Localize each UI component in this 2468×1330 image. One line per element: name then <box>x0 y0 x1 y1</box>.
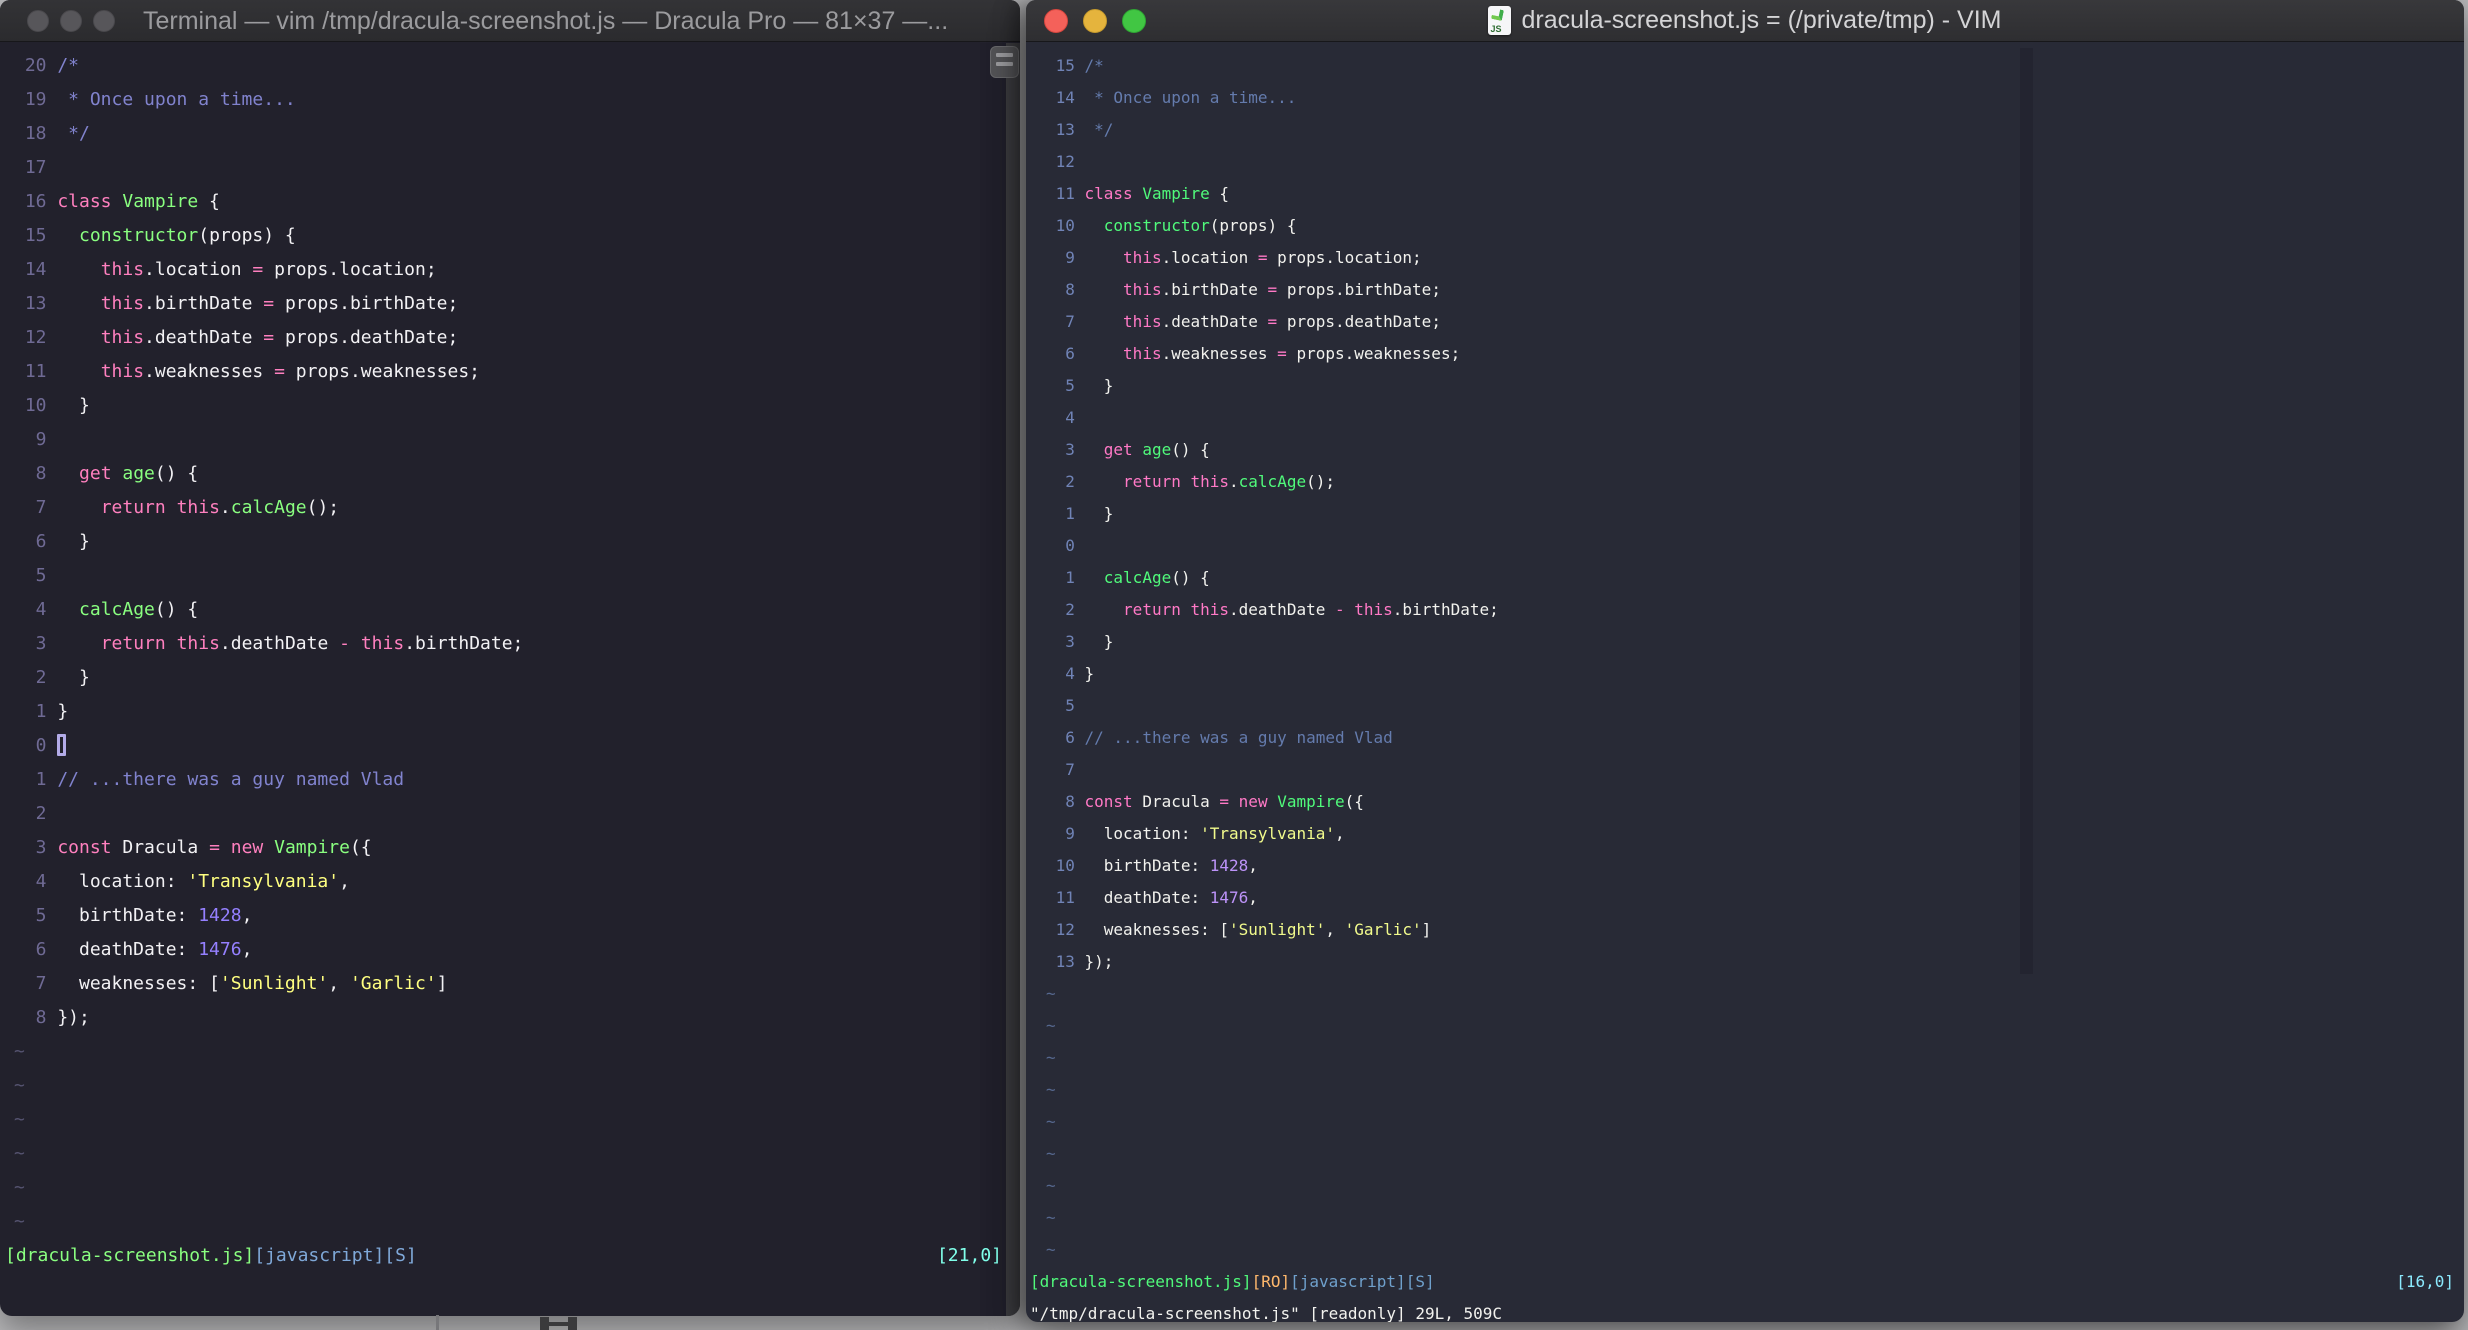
code-line: 2 } <box>35 667 90 688</box>
minimize-button[interactable] <box>60 10 82 32</box>
code-line: 15 constructor(props) { <box>24 225 296 246</box>
close-button[interactable] <box>27 10 49 32</box>
code-line: 1// ...there was a guy named Vlad <box>35 769 405 790</box>
code-line: 1} <box>35 701 69 722</box>
window-title: Terminal — vim /tmp/dracula-screenshot.j… <box>143 7 949 35</box>
code-line: 11 deathDate: 1476, <box>1055 888 1258 907</box>
code-line: 10 } <box>24 395 90 416</box>
tilde-line: ~ <box>14 1143 25 1164</box>
vim-statusline: [dracula-screenshot.js] [javascript][S] [2… <box>5 1239 1002 1273</box>
cursor-position-indicator: [16,0] <box>2396 1272 2454 1291</box>
vim-cursor <box>57 734 67 756</box>
code-line: 20/* <box>24 55 80 76</box>
code-line: 1 } <box>1065 504 1114 523</box>
tilde-line: ~ <box>1046 1144 1056 1163</box>
code-line: 12 this.deathDate = props.deathDate; <box>24 327 459 348</box>
tilde-line: ~ <box>14 1075 25 1096</box>
code-line: 9 location: 'Transylvania', <box>1065 824 1345 843</box>
code-line: 15/* <box>1055 56 1104 75</box>
js-document-icon: JS <box>1488 6 1512 35</box>
code-line: 3 get age() { <box>1065 440 1210 459</box>
tilde-line: ~ <box>1046 1240 1056 1259</box>
code-line: 11 this.weaknesses = props.weaknesses; <box>24 361 481 382</box>
code-line: 7 this.deathDate = props.deathDate; <box>1065 312 1441 331</box>
tilde-line: ~ <box>14 1109 25 1130</box>
code-line: 5 birthDate: 1428, <box>35 905 253 926</box>
code-line: 9 <box>35 429 47 450</box>
code-line: 12 <box>1055 152 1075 171</box>
vim-buffer-right[interactable]: 15/* 14 * Once upon a time... 13 */ 12 11 cla… <box>1026 43 2464 1322</box>
code-line: 7 <box>1065 760 1075 779</box>
code-line: 7 return this.calcAge(); <box>35 497 340 518</box>
vim-statusline: [dracula-screenshot.js] [RO] [javascript][… <box>1030 1266 2454 1298</box>
code-line: 6 this.weaknesses = props.weaknesses; <box>1065 344 1461 363</box>
cursor-position-indicator: [21,0] <box>936 1245 1002 1266</box>
code-line: 2 return this.deathDate - this.birthDate… <box>1065 600 1499 619</box>
desktop: { "desktop": { "bg": "#B8B8BA" }, "left_… <box>0 0 2468 1330</box>
code-line: 4 calcAge() { <box>35 599 199 620</box>
code-line: 6 } <box>35 531 90 552</box>
tilde-line: ~ <box>14 1041 25 1062</box>
code-line: 13 this.birthDate = props.birthDate; <box>24 293 459 314</box>
tilde-line: ~ <box>14 1211 25 1232</box>
tilde-line: ~ <box>14 1177 25 1198</box>
code-line: 9 this.location = props.location; <box>1065 248 1422 267</box>
code-line: 8 const Dracula = new Vampire({ <box>1065 792 1364 811</box>
code-line: 4} <box>1065 664 1095 683</box>
vim-command-line: "/tmp/dracula-screenshot.js" [readonly] … <box>1030 1304 1503 1322</box>
window-title: dracula-screenshot.js = (/private/tmp) -… <box>1521 6 2002 34</box>
tilde-line: ~ <box>1046 1016 1056 1035</box>
code-line: 2 <box>35 803 47 824</box>
code-line: 5 <box>1065 696 1075 715</box>
code-line: 8 get age() { <box>35 463 199 484</box>
code-line: 2 return this.calcAge(); <box>1065 472 1335 491</box>
tilde-line: ~ <box>1046 1208 1056 1227</box>
code-line: 19 * Once upon a time... <box>24 89 296 110</box>
terminal-titlebar[interactable]: Terminal — vim /tmp/dracula-screenshot.j… <box>0 0 1020 42</box>
code-line: 10 birthDate: 1428, <box>1055 856 1258 875</box>
code-line: 7 weaknesses: ['Sunlight', 'Garlic'] <box>35 973 448 994</box>
code-line: 6// ...there was a guy named Vlad <box>1065 728 1393 747</box>
code-line: 0 <box>1065 536 1075 555</box>
code-line: 13 */ <box>1055 120 1114 139</box>
tilde-line: ~ <box>1046 1112 1056 1131</box>
code-line: 0 <box>14 729 1002 763</box>
terminal-window: Terminal — vim /tmp/dracula-screenshot.j… <box>0 0 1020 1316</box>
code-line: 6 deathDate: 1476, <box>35 939 253 960</box>
code-line: 18 */ <box>24 123 90 144</box>
code-line: 13}); <box>1055 952 1114 971</box>
code-line: 14 * Once upon a time... <box>1055 88 1297 107</box>
code-line: 5 <box>35 565 47 586</box>
vim-buffer-left[interactable]: 20/* 19 * Once upon a time... 18 */ 17 16 cla… <box>0 43 1020 1316</box>
macvim-window: JS dracula-screenshot.js = (/private/tmp… <box>1026 0 2464 1322</box>
code-line: 1 calcAge() { <box>1065 568 1210 587</box>
code-line: 4 <box>1065 408 1075 427</box>
tilde-line: ~ <box>1046 1048 1056 1067</box>
tilde-line: ~ <box>1046 984 1056 1003</box>
macvim-titlebar[interactable]: JS dracula-screenshot.js = (/private/tmp… <box>1026 0 2464 42</box>
code-line: 14 this.location = props.location; <box>24 259 437 280</box>
desktop-artifact-line <box>436 1315 439 1330</box>
code-line: 3 return this.deathDate - this.birthDate… <box>35 633 524 654</box>
code-line: 11 class Vampire { <box>1055 184 1230 203</box>
desktop-artifact-mark <box>540 1317 577 1330</box>
scrollbar-thumb[interactable] <box>2020 48 2033 974</box>
vim-command-line <box>14 1273 1002 1307</box>
code-line: 3 const Dracula = new Vampire({ <box>35 837 372 858</box>
code-line: 17 <box>24 157 47 178</box>
code-line: 4 location: 'Transylvania', <box>35 871 350 892</box>
code-line: 8}); <box>35 1007 90 1028</box>
code-line: 12 weaknesses: ['Sunlight', 'Garlic'] <box>1055 920 1432 939</box>
code-line: 8 this.birthDate = props.birthDate; <box>1065 280 1441 299</box>
code-line: 3 } <box>1065 632 1114 651</box>
zoom-button[interactable] <box>93 10 115 32</box>
code-line: 10 constructor(props) { <box>1055 216 1297 235</box>
tilde-line: ~ <box>1046 1176 1056 1195</box>
code-line: 16 class Vampire { <box>24 191 220 212</box>
code-line: 5 } <box>1065 376 1114 395</box>
tilde-line: ~ <box>1046 1080 1056 1099</box>
